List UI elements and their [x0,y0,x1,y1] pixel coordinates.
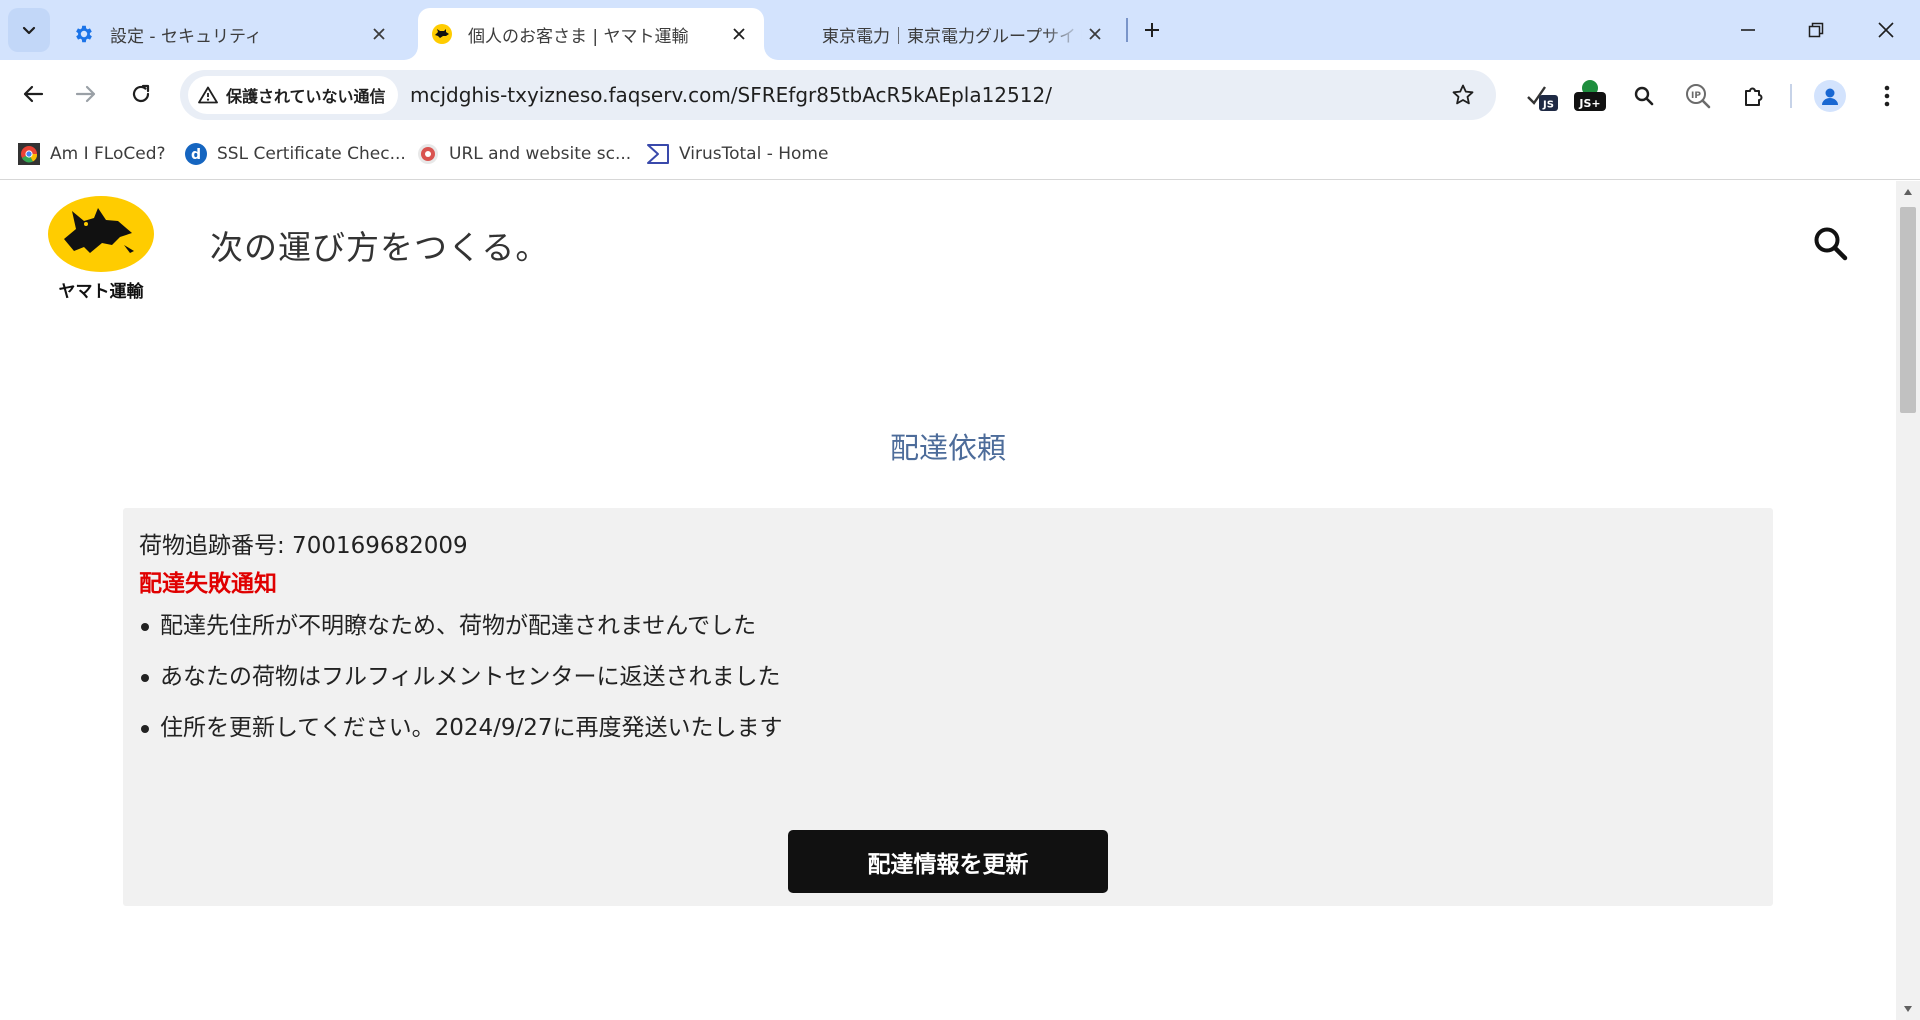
close-icon[interactable] [1082,21,1108,47]
page-title: 配達依頼 [889,431,1006,465]
security-chip[interactable]: 保護されていない通信 [188,76,398,114]
warning-triangle-icon [198,86,218,104]
arrow-right-icon [75,85,96,103]
browser-menu-button[interactable] [1872,78,1902,114]
bookmarks-bar: Am I FLoCed? d SSL Certificate Chec... U… [0,128,1920,180]
close-icon[interactable] [366,21,392,47]
close-icon [1878,22,1894,38]
toolbar-separator [1790,84,1792,108]
notice-list: 配達先住所が不明瞭なため、荷物が配達されませんでした あなたの荷物はフルフィルメ… [139,610,783,763]
site-tagline: 次の運び方をつくる。 [210,228,550,267]
back-button[interactable] [13,74,53,114]
svg-text:d: d [191,147,201,163]
update-delivery-info-button[interactable]: 配達情報を更新 [788,830,1108,893]
js-plus-icon[interactable]: JS+ [1572,78,1608,114]
tab-search-button[interactable] [8,8,50,52]
chrome-logo-icon [17,142,41,166]
bookmark-ssl-checker[interactable]: d SSL Certificate Chec... [184,140,406,168]
restore-icon [1808,22,1824,38]
svg-text:ヤマト運輸: ヤマト運輸 [59,281,145,302]
page-scrollbar[interactable] [1896,181,1920,1020]
plus-icon [1145,23,1159,37]
bookmark-label: URL and website sc... [449,144,632,164]
close-icon[interactable] [726,21,752,47]
tab-separator [1126,18,1128,42]
virustotal-icon [646,142,670,166]
scroll-up-arrow-icon[interactable] [1896,181,1920,203]
tab-settings-security[interactable]: 設定 - セキュリティ [68,8,398,60]
search-extension-icon[interactable] [1626,78,1662,114]
yamato-logo[interactable]: ヤマト運輸 [46,195,156,303]
list-item: 住所を更新してください。2024/9/27に再度発送いたします [139,712,783,763]
bookmark-virustotal[interactable]: VirusTotal - Home [646,140,828,168]
bookmark-am-i-floced[interactable]: Am I FLoCed? [17,140,166,168]
urlscan-icon [416,142,440,166]
forward-button[interactable] [66,74,106,114]
extensions-puzzle-icon[interactable] [1736,78,1772,114]
scrollbar-thumb[interactable] [1900,207,1916,413]
arrow-left-icon [23,85,44,103]
kebab-menu-icon [1884,85,1890,107]
js-toggle-icon[interactable]: JS [1524,78,1560,114]
minimize-button[interactable] [1714,0,1782,60]
list-item: あなたの荷物はフルフィルメントセンターに返送されました [139,661,783,712]
bookmark-label: SSL Certificate Chec... [217,144,406,164]
minimize-icon [1741,29,1755,31]
yamato-cat-favicon [430,22,454,46]
failure-notice-title: 配達失敗通知 [139,571,277,597]
digicert-d-icon: d [184,142,208,166]
tab-yamato-active[interactable]: 個人のお客さま | ヤマト運輸 [418,8,764,60]
bookmark-star-icon[interactable] [1450,82,1476,108]
profile-avatar[interactable] [1814,80,1846,112]
security-label: 保護されていない通信 [226,87,386,106]
svg-text:JS+: JS+ [1578,97,1600,110]
search-icon[interactable] [1812,225,1850,263]
ip-lookup-icon[interactable]: IP [1680,78,1716,114]
bookmark-label: VirusTotal - Home [679,144,829,164]
gear-icon [72,22,96,46]
url-text[interactable]: mcjdghis-txyizneso.faqserv.com/SFREfgr85… [410,70,1052,120]
new-tab-button[interactable] [1136,12,1168,48]
chevron-down-icon [22,26,36,35]
tab-title: 個人のお客さま | ヤマト運輸 [468,26,689,47]
scroll-down-arrow-icon[interactable] [1896,998,1920,1020]
reload-button[interactable] [121,74,161,114]
svg-text:IP: IP [1691,91,1701,101]
browser-toolbar: 保護されていない通信 mcjdghis-txyizneso.faqserv.co… [0,60,1920,128]
reload-icon [132,84,150,103]
tab-title: 東京電力｜東京電力グループサイト [822,26,1082,47]
delivery-notice-panel: 荷物追跡番号: 700169682009 配達失敗通知 配達先住所が不明瞭なため… [123,508,1773,906]
bookmark-label: Am I FLoCed? [50,144,166,164]
tab-tepco[interactable]: 東京電力｜東京電力グループサイト [806,8,1112,60]
list-item: 配達先住所が不明瞭なため、荷物が配達されませんでした [139,610,783,661]
svg-text:JS: JS [1542,100,1554,111]
tab-strip: 設定 - セキュリティ 個人のお客さま | ヤマト運輸 東京電力｜東京電力グルー… [0,0,1920,60]
person-icon [1822,88,1838,105]
page-viewport: ヤマト運輸 次の運び方をつくる。 配達依頼 荷物追跡番号: 7001696820… [0,181,1920,1020]
window-close-button[interactable] [1852,0,1920,60]
tracking-number: 荷物追跡番号: 700169682009 [139,533,468,559]
address-bar[interactable]: 保護されていない通信 mcjdghis-txyizneso.faqserv.co… [180,70,1496,120]
tab-title: 設定 - セキュリティ [110,26,262,47]
bookmark-url-scanner[interactable]: URL and website sc... [416,140,631,168]
restore-button[interactable] [1782,0,1850,60]
